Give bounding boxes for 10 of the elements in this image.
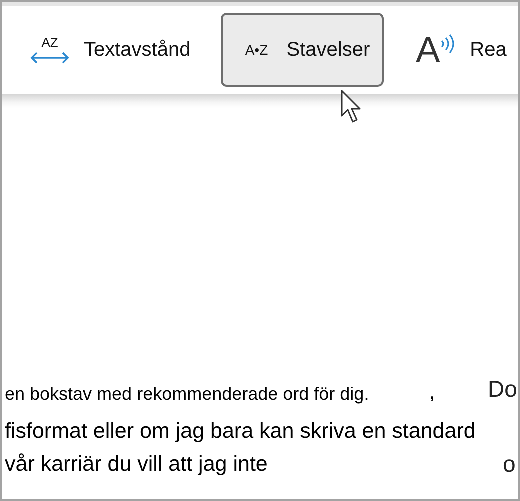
syllables-button[interactable]: A•Z Stavelser bbox=[220, 13, 384, 87]
document-text: o bbox=[503, 451, 516, 478]
document-text: en bokstav med rekommenderade ord för dig. bbox=[5, 384, 370, 405]
punctuation-mark: , bbox=[430, 386, 434, 404]
document-text: Do bbox=[488, 376, 518, 403]
read-aloud-button[interactable]: A Rea bbox=[402, 13, 518, 87]
document-text: vår karriär du vill att jag inte bbox=[5, 452, 268, 477]
text-spacing-button[interactable]: AZ Textavstånd bbox=[16, 13, 203, 87]
document-text: fisformat eller om jag bara kan skriva en standard bbox=[5, 419, 476, 444]
syllables-icon: A•Z bbox=[236, 42, 277, 58]
